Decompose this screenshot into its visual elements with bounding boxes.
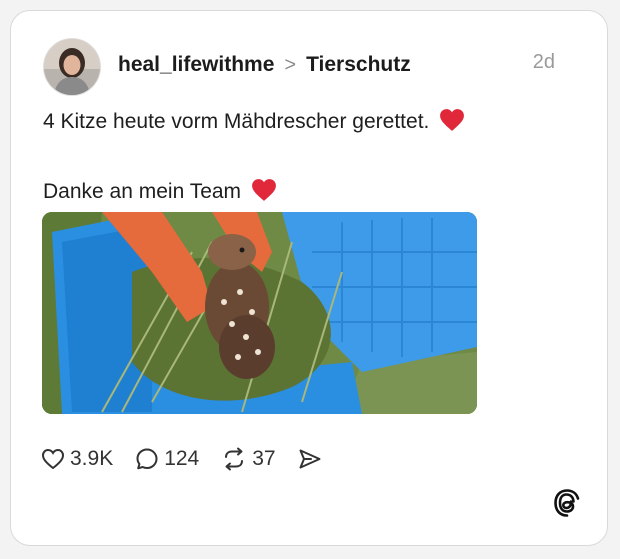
- avatar[interactable]: [43, 38, 101, 96]
- post-card: heal_lifewithme > Tierschutz 2d 4 Kitze …: [10, 10, 608, 546]
- like-button[interactable]: 3.9K: [41, 447, 113, 471]
- heart-icon: [41, 448, 65, 470]
- comment-count: 124: [164, 447, 200, 470]
- post-text-line: Danke an mein Team: [43, 178, 563, 210]
- post-header: heal_lifewithme > Tierschutz: [118, 51, 411, 79]
- action-bar: 3.9K 124 37: [41, 444, 344, 474]
- like-count: 3.9K: [70, 447, 114, 470]
- post-timestamp: 2d: [532, 51, 555, 73]
- post-image[interactable]: [42, 212, 477, 414]
- share-button[interactable]: [298, 448, 322, 470]
- username-link[interactable]: heal_lifewithme: [118, 53, 274, 77]
- post-text-line-1: 4 Kitze heute vorm Mähdrescher gerettet.: [43, 110, 430, 133]
- repost-button[interactable]: 37: [221, 447, 276, 471]
- fawn-in-crate-photo: [42, 212, 477, 414]
- post-text-line-2: Danke an mein Team: [43, 180, 242, 203]
- repost-count: 37: [252, 447, 276, 470]
- avatar-image: [44, 39, 100, 95]
- threads-logo-icon: [553, 488, 581, 523]
- heart-emoji-icon: [439, 108, 465, 140]
- community-link[interactable]: Tierschutz: [306, 53, 411, 77]
- heart-emoji-icon: [251, 178, 277, 210]
- speech-bubble-icon: [136, 448, 158, 470]
- chevron-right-icon: >: [284, 53, 297, 76]
- post-text-line: 4 Kitze heute vorm Mähdrescher gerettet.: [43, 108, 563, 140]
- comment-button[interactable]: 124: [135, 447, 199, 471]
- repost-icon: [225, 447, 244, 471]
- send-icon: [299, 449, 321, 469]
- post-body: 4 Kitze heute vorm Mähdrescher gerettet.…: [43, 108, 563, 210]
